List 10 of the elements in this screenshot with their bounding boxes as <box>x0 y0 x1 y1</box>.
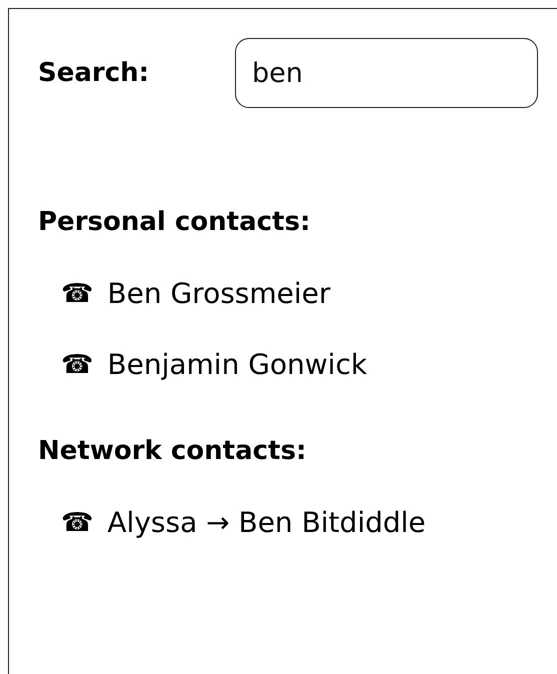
search-field[interactable]: ben <box>235 38 538 108</box>
section-heading: Network contacts: <box>38 435 308 468</box>
phone-icon: ☎ <box>61 274 94 314</box>
section-heading: Personal contacts: <box>38 206 312 239</box>
contact-name[interactable]: Ben Grossmeier <box>107 274 330 314</box>
phone-icon: ☎ <box>61 345 94 385</box>
search-label: Search: <box>38 58 150 88</box>
phone-icon: ☎ <box>61 503 94 543</box>
contact-name[interactable]: Benjamin Gonwick <box>107 345 368 385</box>
contact-name[interactable]: Alyssa → Ben Bitdiddle <box>107 503 426 543</box>
